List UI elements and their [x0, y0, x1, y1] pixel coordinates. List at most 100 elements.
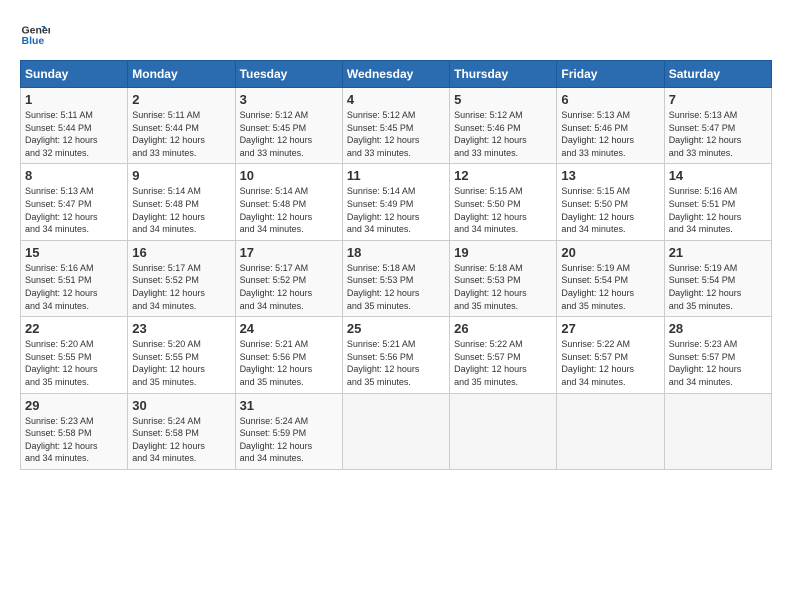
day-info: Sunrise: 5:22 AM Sunset: 5:57 PM Dayligh…: [561, 338, 659, 388]
calendar-week-1: 8Sunrise: 5:13 AM Sunset: 5:47 PM Daylig…: [21, 164, 772, 240]
calendar-cell: 21 Sunrise: 5:19 AM Sunset: 5:54 PM Dayli…: [664, 240, 771, 316]
calendar-cell: [664, 393, 771, 469]
calendar-cell: 8Sunrise: 5:13 AM Sunset: 5:47 PM Daylig…: [21, 164, 128, 240]
logo: General Blue: [20, 20, 50, 50]
calendar-cell: 9 Sunrise: 5:14 AM Sunset: 5:48 PM Daylig…: [128, 164, 235, 240]
calendar-cell: [342, 393, 449, 469]
calendar-cell: 29 Sunrise: 5:23 AM Sunset: 5:58 PM Dayli…: [21, 393, 128, 469]
calendar-cell: 4Sunrise: 5:12 AM Sunset: 5:45 PM Daylig…: [342, 88, 449, 164]
calendar-cell: 27 Sunrise: 5:22 AM Sunset: 5:57 PM Dayli…: [557, 317, 664, 393]
day-info: Sunrise: 5:14 AM Sunset: 5:48 PM Dayligh…: [132, 185, 230, 235]
header-day-sunday: Sunday: [21, 61, 128, 88]
day-info: Sunrise: 5:11 AM Sunset: 5:44 PM Dayligh…: [25, 109, 123, 159]
day-info: Sunrise: 5:19 AM Sunset: 5:54 PM Dayligh…: [669, 262, 767, 312]
header-day-tuesday: Tuesday: [235, 61, 342, 88]
day-number: 10: [240, 168, 338, 183]
calendar-week-0: 1Sunrise: 5:11 AM Sunset: 5:44 PM Daylig…: [21, 88, 772, 164]
day-info: Sunrise: 5:14 AM Sunset: 5:49 PM Dayligh…: [347, 185, 445, 235]
day-info: Sunrise: 5:14 AM Sunset: 5:48 PM Dayligh…: [240, 185, 338, 235]
day-number: 27: [561, 321, 659, 336]
day-info: Sunrise: 5:24 AM Sunset: 5:59 PM Dayligh…: [240, 415, 338, 465]
day-number: 24: [240, 321, 338, 336]
calendar-cell: 3 Sunrise: 5:12 AM Sunset: 5:45 PM Daylig…: [235, 88, 342, 164]
calendar-cell: 16 Sunrise: 5:17 AM Sunset: 5:52 PM Dayli…: [128, 240, 235, 316]
day-info: Sunrise: 5:19 AM Sunset: 5:54 PM Dayligh…: [561, 262, 659, 312]
day-info: Sunrise: 5:17 AM Sunset: 5:52 PM Dayligh…: [132, 262, 230, 312]
day-number: 16: [132, 245, 230, 260]
day-number: 26: [454, 321, 552, 336]
day-info: Sunrise: 5:21 AM Sunset: 5:56 PM Dayligh…: [240, 338, 338, 388]
day-info: Sunrise: 5:24 AM Sunset: 5:58 PM Dayligh…: [132, 415, 230, 465]
day-info: Sunrise: 5:12 AM Sunset: 5:45 PM Dayligh…: [347, 109, 445, 159]
logo-icon: General Blue: [20, 20, 50, 50]
calendar-cell: 14Sunrise: 5:16 AM Sunset: 5:51 PM Dayli…: [664, 164, 771, 240]
calendar-cell: 17Sunrise: 5:17 AM Sunset: 5:52 PM Dayli…: [235, 240, 342, 316]
day-number: 22: [25, 321, 123, 336]
calendar-cell: 28Sunrise: 5:23 AM Sunset: 5:57 PM Dayli…: [664, 317, 771, 393]
calendar-cell: 12 Sunrise: 5:15 AM Sunset: 5:50 PM Dayli…: [450, 164, 557, 240]
calendar-header-row: SundayMondayTuesdayWednesdayThursdayFrid…: [21, 61, 772, 88]
calendar-cell: 22 Sunrise: 5:20 AM Sunset: 5:55 PM Dayli…: [21, 317, 128, 393]
calendar-cell: 5Sunrise: 5:12 AM Sunset: 5:46 PM Daylig…: [450, 88, 557, 164]
calendar-week-3: 22 Sunrise: 5:20 AM Sunset: 5:55 PM Dayli…: [21, 317, 772, 393]
header-day-monday: Monday: [128, 61, 235, 88]
calendar-cell: 15Sunrise: 5:16 AM Sunset: 5:51 PM Dayli…: [21, 240, 128, 316]
calendar-table: SundayMondayTuesdayWednesdayThursdayFrid…: [20, 60, 772, 470]
day-number: 14: [669, 168, 767, 183]
day-number: 23: [132, 321, 230, 336]
calendar-cell: 7 Sunrise: 5:13 AM Sunset: 5:47 PM Daylig…: [664, 88, 771, 164]
day-number: 18: [347, 245, 445, 260]
calendar-week-4: 29 Sunrise: 5:23 AM Sunset: 5:58 PM Dayli…: [21, 393, 772, 469]
day-number: 9: [132, 168, 230, 183]
day-info: Sunrise: 5:20 AM Sunset: 5:55 PM Dayligh…: [25, 338, 123, 388]
day-info: Sunrise: 5:23 AM Sunset: 5:57 PM Dayligh…: [669, 338, 767, 388]
calendar-cell: 25Sunrise: 5:21 AM Sunset: 5:56 PM Dayli…: [342, 317, 449, 393]
calendar-week-2: 15Sunrise: 5:16 AM Sunset: 5:51 PM Dayli…: [21, 240, 772, 316]
calendar-cell: 1Sunrise: 5:11 AM Sunset: 5:44 PM Daylig…: [21, 88, 128, 164]
svg-text:Blue: Blue: [22, 35, 45, 47]
day-number: 3: [240, 92, 338, 107]
calendar-cell: 26 Sunrise: 5:22 AM Sunset: 5:57 PM Dayli…: [450, 317, 557, 393]
header-day-thursday: Thursday: [450, 61, 557, 88]
day-number: 19: [454, 245, 552, 260]
day-number: 7: [669, 92, 767, 107]
day-number: 2: [132, 92, 230, 107]
calendar-cell: 13 Sunrise: 5:15 AM Sunset: 5:50 PM Dayli…: [557, 164, 664, 240]
day-info: Sunrise: 5:17 AM Sunset: 5:52 PM Dayligh…: [240, 262, 338, 312]
calendar-cell: 23 Sunrise: 5:20 AM Sunset: 5:55 PM Dayli…: [128, 317, 235, 393]
calendar-cell: 31 Sunrise: 5:24 AM Sunset: 5:59 PM Dayli…: [235, 393, 342, 469]
header-day-wednesday: Wednesday: [342, 61, 449, 88]
day-number: 6: [561, 92, 659, 107]
day-info: Sunrise: 5:22 AM Sunset: 5:57 PM Dayligh…: [454, 338, 552, 388]
day-info: Sunrise: 5:15 AM Sunset: 5:50 PM Dayligh…: [561, 185, 659, 235]
day-info: Sunrise: 5:13 AM Sunset: 5:46 PM Dayligh…: [561, 109, 659, 159]
day-info: Sunrise: 5:12 AM Sunset: 5:45 PM Dayligh…: [240, 109, 338, 159]
day-info: Sunrise: 5:13 AM Sunset: 5:47 PM Dayligh…: [669, 109, 767, 159]
day-number: 29: [25, 398, 123, 413]
day-number: 8: [25, 168, 123, 183]
day-info: Sunrise: 5:21 AM Sunset: 5:56 PM Dayligh…: [347, 338, 445, 388]
day-number: 11: [347, 168, 445, 183]
calendar-cell: 6 Sunrise: 5:13 AM Sunset: 5:46 PM Daylig…: [557, 88, 664, 164]
calendar-cell: 10 Sunrise: 5:14 AM Sunset: 5:48 PM Dayli…: [235, 164, 342, 240]
day-info: Sunrise: 5:18 AM Sunset: 5:53 PM Dayligh…: [454, 262, 552, 312]
day-info: Sunrise: 5:23 AM Sunset: 5:58 PM Dayligh…: [25, 415, 123, 465]
calendar-cell: [450, 393, 557, 469]
day-info: Sunrise: 5:20 AM Sunset: 5:55 PM Dayligh…: [132, 338, 230, 388]
day-info: Sunrise: 5:16 AM Sunset: 5:51 PM Dayligh…: [25, 262, 123, 312]
day-number: 30: [132, 398, 230, 413]
day-info: Sunrise: 5:18 AM Sunset: 5:53 PM Dayligh…: [347, 262, 445, 312]
day-number: 13: [561, 168, 659, 183]
day-number: 5: [454, 92, 552, 107]
day-number: 12: [454, 168, 552, 183]
header-day-friday: Friday: [557, 61, 664, 88]
calendar-cell: 24 Sunrise: 5:21 AM Sunset: 5:56 PM Dayli…: [235, 317, 342, 393]
header-day-saturday: Saturday: [664, 61, 771, 88]
calendar-cell: 30 Sunrise: 5:24 AM Sunset: 5:58 PM Dayli…: [128, 393, 235, 469]
day-number: 21: [669, 245, 767, 260]
calendar-cell: 11 Sunrise: 5:14 AM Sunset: 5:49 PM Dayli…: [342, 164, 449, 240]
calendar-cell: 2Sunrise: 5:11 AM Sunset: 5:44 PM Daylig…: [128, 88, 235, 164]
day-info: Sunrise: 5:15 AM Sunset: 5:50 PM Dayligh…: [454, 185, 552, 235]
day-number: 31: [240, 398, 338, 413]
calendar-cell: 18 Sunrise: 5:18 AM Sunset: 5:53 PM Dayli…: [342, 240, 449, 316]
